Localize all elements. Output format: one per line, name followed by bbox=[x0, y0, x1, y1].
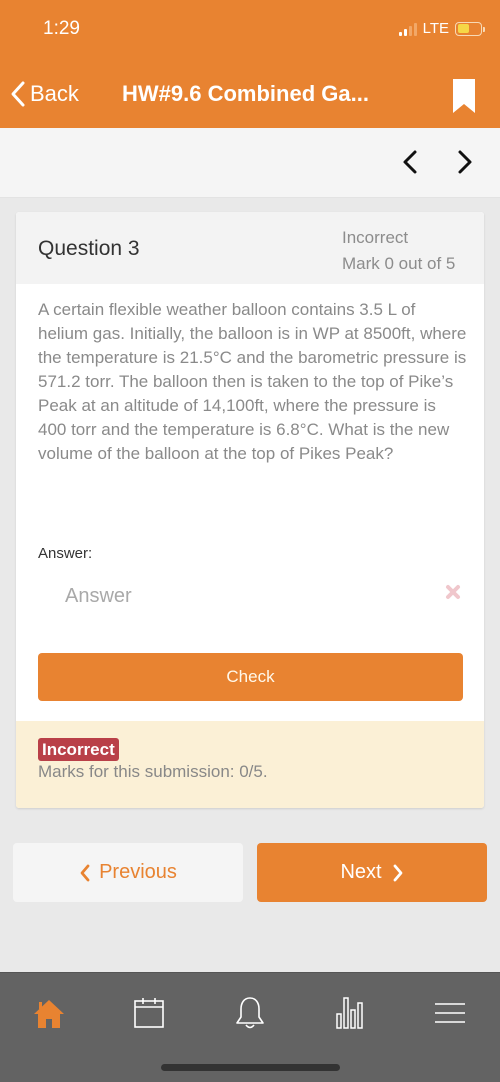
chevron-right-icon bbox=[393, 864, 402, 881]
bell-icon bbox=[236, 997, 264, 1029]
answer-label: Answer: bbox=[38, 545, 93, 562]
battery-icon bbox=[455, 21, 485, 36]
question-state: Incorrect bbox=[342, 228, 409, 247]
battery-level bbox=[457, 24, 469, 33]
clear-answer-button[interactable] bbox=[445, 584, 461, 605]
answer-input[interactable] bbox=[38, 574, 466, 618]
question-text: A certain flexible weather balloon conta… bbox=[38, 300, 467, 463]
network-type: LTE bbox=[422, 20, 449, 37]
home-indicator[interactable] bbox=[161, 1064, 340, 1071]
feedback-panel: Incorrect Marks for this submission: 0/5… bbox=[16, 721, 484, 808]
back-button[interactable]: Back bbox=[10, 80, 79, 108]
question-mark: Mark 0 out of 5 bbox=[342, 254, 456, 273]
tab-grades[interactable] bbox=[328, 991, 372, 1035]
back-label: Back bbox=[30, 81, 79, 106]
hamburger-menu-icon bbox=[435, 1003, 465, 1023]
check-button[interactable]: Check bbox=[38, 653, 463, 701]
next-button[interactable]: Next bbox=[257, 843, 487, 902]
bookmark-button[interactable] bbox=[453, 79, 475, 118]
question-status: Incorrect Mark 0 out of 5 bbox=[342, 225, 455, 277]
submission-marks: Marks for this submission: 0/5. bbox=[38, 762, 268, 781]
question-header: Question 3 Incorrect Mark 0 out of 5 bbox=[16, 212, 484, 284]
chevron-right-icon bbox=[458, 150, 472, 174]
question-title: Question 3 bbox=[38, 237, 140, 260]
bookmark-icon bbox=[453, 79, 475, 113]
calendar-icon bbox=[134, 998, 164, 1028]
top-bar: 1:29 LTE Back HW#9.6 Combined Ga... bbox=[0, 0, 500, 128]
close-icon bbox=[446, 585, 460, 599]
pager-next-button[interactable] bbox=[455, 148, 475, 181]
chevron-left-icon bbox=[403, 150, 417, 174]
chevron-left-icon bbox=[80, 864, 90, 881]
chevron-left-icon bbox=[11, 81, 25, 107]
next-label: Next bbox=[340, 861, 382, 883]
tab-calendar[interactable] bbox=[127, 991, 171, 1035]
question-card: Question 3 Incorrect Mark 0 out of 5 A c… bbox=[16, 212, 484, 808]
signal-icon bbox=[398, 22, 417, 36]
previous-label: Previous bbox=[99, 861, 177, 883]
question-pager-bar bbox=[0, 128, 500, 198]
home-icon bbox=[34, 1000, 64, 1028]
status-indicators: LTE bbox=[398, 20, 485, 37]
tab-home[interactable] bbox=[27, 991, 71, 1035]
pager-prev-button[interactable] bbox=[400, 148, 420, 181]
bar-chart-icon bbox=[336, 997, 363, 1029]
status-time: 1:29 bbox=[43, 18, 80, 39]
page-title: HW#9.6 Combined Ga... bbox=[122, 81, 369, 106]
incorrect-badge: Incorrect bbox=[38, 738, 119, 761]
previous-button[interactable]: Previous bbox=[13, 843, 243, 902]
tab-notifications[interactable] bbox=[228, 991, 272, 1035]
tab-menu[interactable] bbox=[428, 991, 472, 1035]
